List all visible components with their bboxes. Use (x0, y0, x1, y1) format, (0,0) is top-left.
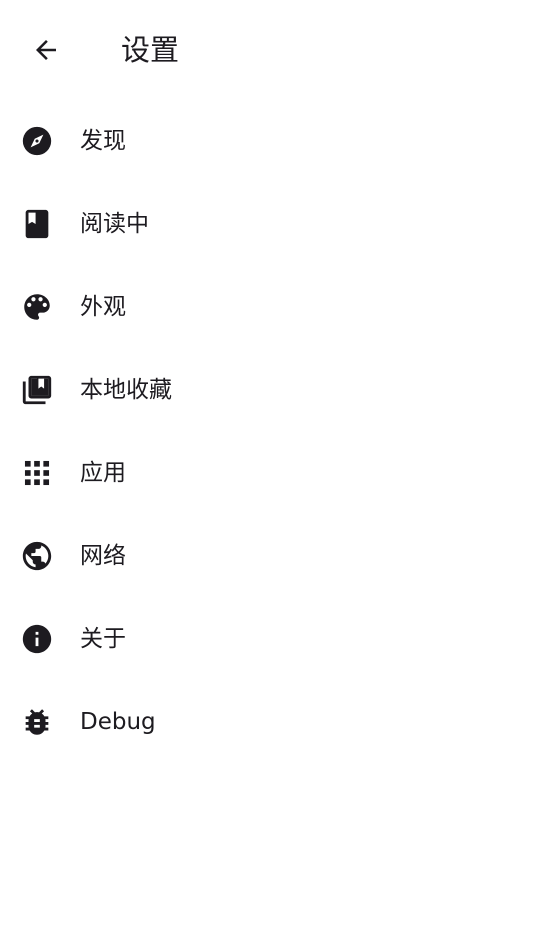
settings-item-about[interactable]: 关于 (0, 597, 542, 680)
settings-item-label: 发现 (80, 127, 126, 154)
bug-icon (20, 705, 54, 739)
settings-item-label: 关于 (80, 625, 126, 652)
settings-item-discover[interactable]: 发现 (0, 99, 542, 182)
back-button[interactable] (22, 26, 70, 74)
settings-item-label: 本地收藏 (80, 376, 172, 403)
settings-item-label: 应用 (80, 459, 126, 486)
settings-item-label: 外观 (80, 293, 126, 320)
book-icon (20, 207, 54, 241)
settings-item-apps[interactable]: 应用 (0, 431, 542, 514)
settings-item-appearance[interactable]: 外观 (0, 265, 542, 348)
arrow-back-icon (36, 40, 56, 60)
info-icon (20, 622, 54, 656)
settings-item-local-favorites[interactable]: 本地收藏 (0, 348, 542, 431)
settings-item-label: 网络 (80, 542, 126, 569)
library-bookmark-icon (20, 373, 54, 407)
compass-icon (20, 124, 54, 158)
settings-item-label: 阅读中 (80, 210, 149, 237)
apps-grid-icon (20, 456, 54, 490)
palette-icon (20, 290, 54, 324)
settings-item-label: Debug (80, 708, 156, 735)
app-bar: 设置 (0, 0, 542, 100)
page-title: 设置 (121, 33, 180, 67)
settings-item-debug[interactable]: Debug (0, 680, 542, 763)
globe-icon (20, 539, 54, 573)
settings-item-network[interactable]: 网络 (0, 514, 542, 597)
settings-list: 发现 阅读中 外观 本地收藏 应用 网络 关于 Debug (0, 99, 542, 763)
settings-item-reading[interactable]: 阅读中 (0, 182, 542, 265)
